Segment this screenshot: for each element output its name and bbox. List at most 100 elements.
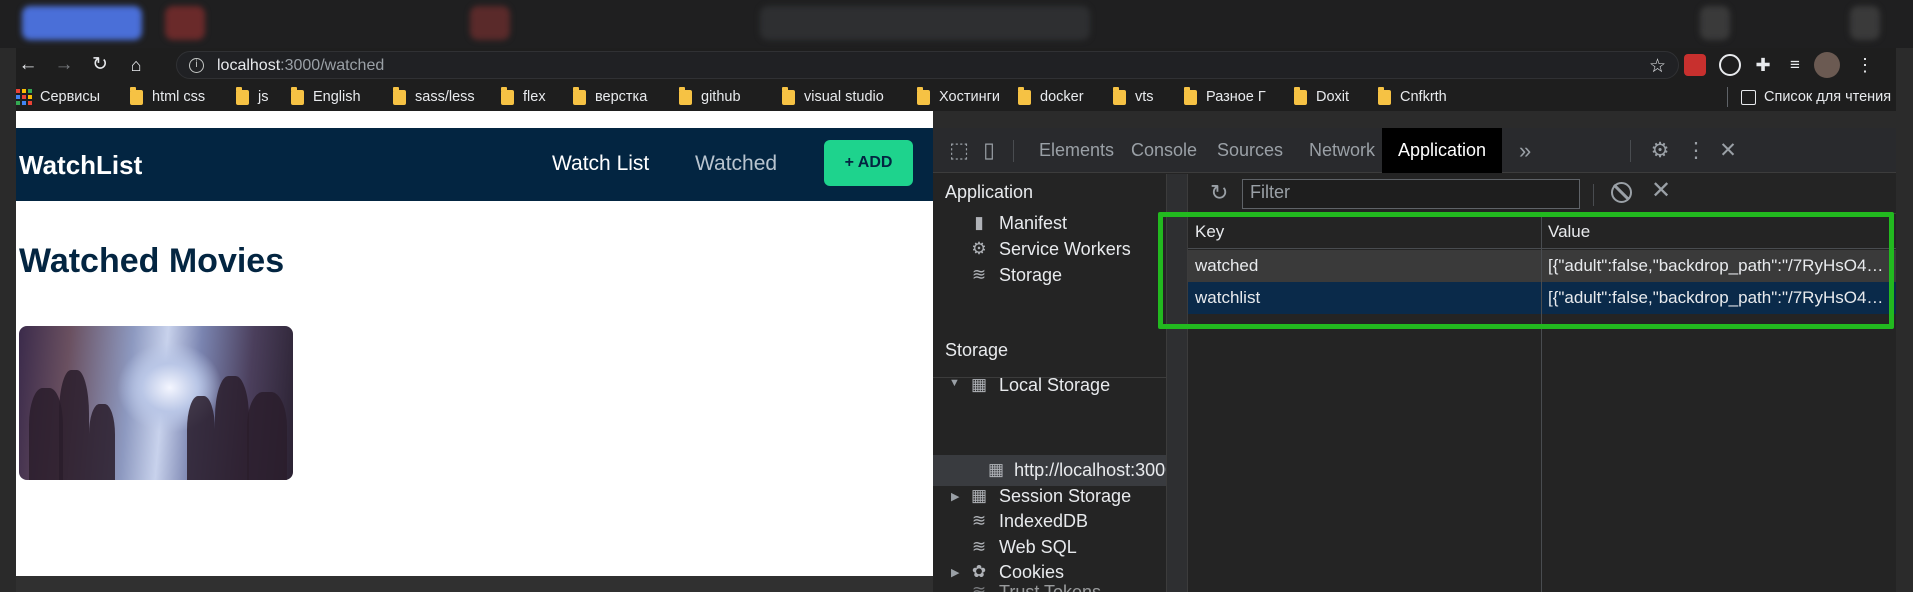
page-bottom-edge <box>16 576 933 592</box>
bookmark-folder[interactable]: vts <box>1113 86 1154 107</box>
bookmark-folder[interactable]: Cnfkrth <box>1378 86 1447 107</box>
devtools-sidebar: Application ▮ Manifest ⚙ Service Workers ≋… <box>933 174 1166 592</box>
nav-watch-list-link[interactable]: Watch List <box>552 152 649 176</box>
folder-icon <box>917 86 930 105</box>
tab-application[interactable]: Application <box>1382 128 1503 173</box>
tab-network[interactable]: Network <box>1293 128 1391 173</box>
home-icon[interactable]: ⌂ <box>124 53 148 77</box>
more-tabs-icon[interactable]: » <box>1511 128 1539 173</box>
poster-figure <box>215 376 249 480</box>
bookmark-folder[interactable]: верстка <box>573 86 647 107</box>
bookmark-label: html css <box>152 89 206 105</box>
bookmark-folder[interactable]: Разное Г <box>1184 86 1266 107</box>
bookmark-folder[interactable]: visual studio <box>782 86 884 107</box>
reading-list-button[interactable]: Список для чтения <box>1741 87 1891 107</box>
expanded-triangle-icon[interactable]: ▼ <box>949 377 960 389</box>
bookmarks-divider <box>1727 87 1728 107</box>
forward-arrow-icon[interactable]: → <box>52 53 76 77</box>
bookmark-folder[interactable]: github <box>679 86 741 107</box>
reload-icon[interactable]: ↻ <box>88 53 112 77</box>
extension-target-icon[interactable] <box>1719 54 1741 76</box>
divider <box>1013 140 1014 162</box>
app-header: WatchList Watch List Watched + ADD <box>16 128 933 201</box>
table-icon: ▦ <box>988 460 1005 479</box>
address-bar[interactable]: i localhost:3000/watched ☆ <box>176 51 1679 79</box>
refresh-icon[interactable]: ↻ <box>1210 180 1228 206</box>
back-arrow-icon[interactable]: ← <box>16 53 40 77</box>
browser-tab[interactable] <box>22 6 142 40</box>
url-path: :3000/watched <box>280 57 385 74</box>
browser-tab[interactable] <box>760 6 1090 40</box>
devtools-panel: ⬚ ▯ Elements Console Sources Network App… <box>933 128 1896 592</box>
clear-all-icon[interactable] <box>1611 182 1632 203</box>
browser-tab[interactable] <box>470 6 510 40</box>
bookmark-label: vts <box>1135 89 1154 105</box>
media-icon[interactable]: ≡ <box>1784 54 1806 76</box>
browser-tab[interactable] <box>165 6 205 40</box>
bookmark-label: Cnfkrth <box>1400 89 1447 105</box>
info-icon[interactable]: i <box>189 58 204 73</box>
bookmark-folder[interactable]: js <box>236 86 268 107</box>
sidebar-item-storage[interactable]: ≋ Storage <box>969 260 1062 290</box>
sidebar-item-trust-tokens[interactable]: ≋ Trust Tokens <box>969 582 1101 592</box>
url-host: localhost <box>217 57 281 74</box>
bookmark-folder[interactable]: Хостинги <box>917 86 1000 107</box>
delete-selected-icon[interactable]: ✕ <box>1651 176 1671 205</box>
sidebar-item-label: Manifest <box>999 212 1068 233</box>
folder-icon <box>782 86 795 105</box>
puzzle-icon[interactable]: ✚ <box>1752 54 1774 76</box>
movie-poster[interactable] <box>19 326 293 480</box>
poster-figure <box>59 370 89 480</box>
tab-elements[interactable]: Elements <box>1023 128 1130 173</box>
kebab-menu-icon[interactable]: ⋮ <box>1683 138 1709 164</box>
filter-input[interactable]: Filter <box>1242 179 1580 209</box>
bookmark-folder[interactable]: docker <box>1018 86 1084 107</box>
sidebar-item-label: Session Storage <box>999 485 1132 506</box>
bookmarks-bar: Сервисы html css js English sass/less fl… <box>16 82 1896 111</box>
bookmark-label: sass/less <box>415 89 475 105</box>
database-icon: ≋ <box>971 511 987 530</box>
bookmark-apps[interactable]: Сервисы <box>16 87 100 107</box>
bookmark-label: Хостинги <box>939 89 1000 105</box>
bookmark-label: English <box>313 89 361 105</box>
bookmark-folder[interactable]: Doxit <box>1294 86 1350 107</box>
settings-gear-icon[interactable]: ⚙ <box>1647 138 1673 164</box>
menu-icon[interactable]: ⋮ <box>1854 54 1876 76</box>
divider <box>1593 184 1594 206</box>
bookmark-label: Сервисы <box>40 89 101 105</box>
sidebar-item-local-storage[interactable]: ▦ Local Storage <box>969 370 1110 400</box>
poster-figure <box>187 396 215 480</box>
tab-console[interactable]: Console <box>1115 128 1213 173</box>
table-icon: ▦ <box>970 375 988 394</box>
collapsed-triangle-icon[interactable]: ▶ <box>951 490 959 503</box>
browser-tab-strip <box>0 0 1913 48</box>
collapsed-triangle-icon[interactable]: ▶ <box>951 566 959 579</box>
extension-red-icon[interactable] <box>1684 54 1706 76</box>
bookmark-label: github <box>701 89 741 105</box>
table-icon: ▦ <box>970 486 988 505</box>
highlight-box <box>1158 212 1894 329</box>
browser-tab[interactable] <box>1850 6 1880 40</box>
folder-icon <box>1113 86 1126 105</box>
bookmark-label: visual studio <box>804 89 884 105</box>
bookmark-folder[interactable]: html css <box>130 86 206 107</box>
bookmark-folder[interactable]: sass/less <box>393 86 475 107</box>
database-icon: ≋ <box>971 265 987 284</box>
device-toolbar-icon[interactable]: ▯ <box>976 138 1002 164</box>
close-icon[interactable]: ✕ <box>1715 138 1741 164</box>
tab-sources[interactable]: Sources <box>1201 128 1299 173</box>
bookmark-label: Doxit <box>1316 89 1350 105</box>
nav-watched-link[interactable]: Watched <box>695 152 777 176</box>
inspect-element-icon[interactable]: ⬚ <box>946 138 972 164</box>
bookmark-label: Разное Г <box>1206 89 1266 105</box>
bookmark-folder[interactable]: English <box>291 86 361 107</box>
sidebar-item-label: Storage <box>999 264 1063 285</box>
sidebar-item-label: IndexedDB <box>999 510 1089 531</box>
bookmark-star-icon[interactable]: ☆ <box>1649 55 1666 78</box>
browser-tab[interactable] <box>1700 6 1730 40</box>
bookmark-folder[interactable]: flex <box>501 86 546 107</box>
folder-icon <box>1018 86 1031 105</box>
brand-logo[interactable]: WatchList <box>19 150 142 181</box>
add-button[interactable]: + ADD <box>824 140 913 186</box>
avatar[interactable] <box>1814 52 1840 78</box>
